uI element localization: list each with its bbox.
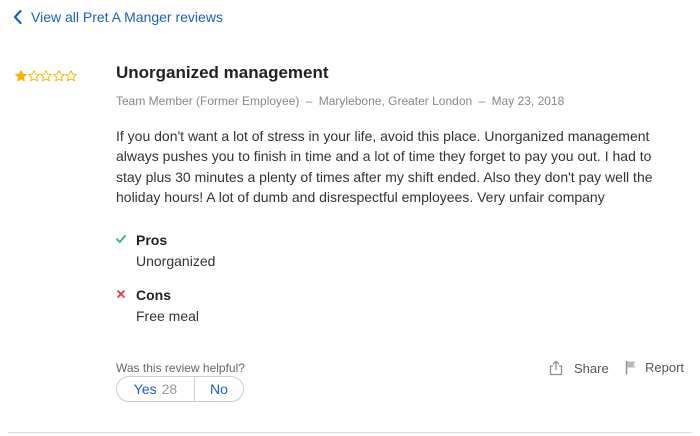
star-empty-icon: [52, 70, 65, 82]
share-icon: [549, 360, 563, 376]
yes-label: Yes: [133, 381, 157, 397]
share-button[interactable]: Share: [548, 360, 609, 376]
helpful-vote-group: Yes 28 No: [116, 376, 244, 402]
yes-count: 28: [161, 381, 178, 397]
check-icon: [116, 235, 126, 243]
review-body: If you don't want a lot of stress in you…: [116, 128, 653, 205]
star-empty-icon: [27, 70, 40, 82]
review-divider: [8, 432, 692, 433]
review-meta: Team Member (Former Employee) – Marylebo…: [116, 94, 564, 108]
flag-icon: [625, 361, 636, 375]
star-empty-icon: [65, 70, 77, 82]
report-label: Report: [645, 360, 685, 375]
chevron-left-icon: [13, 9, 22, 25]
star-rating: [15, 70, 78, 82]
pros-heading: Pros: [136, 232, 168, 248]
cons-text: Free meal: [136, 308, 200, 324]
helpful-question: Was this review helpful?: [116, 361, 245, 375]
cons-section: Cons Free meal: [116, 286, 516, 325]
meta-separator: –: [478, 94, 486, 108]
no-label: No: [210, 381, 228, 397]
review-title: Unorganized management: [116, 63, 329, 82]
pros-text: Unorganized: [136, 253, 216, 269]
helpful-yes-button[interactable]: Yes 28: [117, 377, 195, 401]
review-location: Marylebone, Greater London: [318, 94, 473, 108]
x-icon: [117, 290, 125, 298]
cons-heading: Cons: [136, 287, 171, 303]
pros-section: Pros Unorganized: [116, 231, 516, 270]
star-empty-icon: [40, 70, 52, 82]
author-role: Team Member (Former Employee): [116, 94, 300, 108]
review-date: May 23, 2018: [491, 94, 565, 108]
back-link-label: View all Pret A Manger reviews: [31, 9, 223, 25]
share-label: Share: [574, 360, 609, 376]
star-filled-icon: [15, 70, 27, 82]
report-button[interactable]: Report: [625, 360, 684, 375]
back-to-reviews-link[interactable]: View all Pret A Manger reviews: [12, 9, 223, 25]
meta-separator: –: [305, 94, 313, 108]
helpful-no-button[interactable]: No: [195, 377, 243, 401]
